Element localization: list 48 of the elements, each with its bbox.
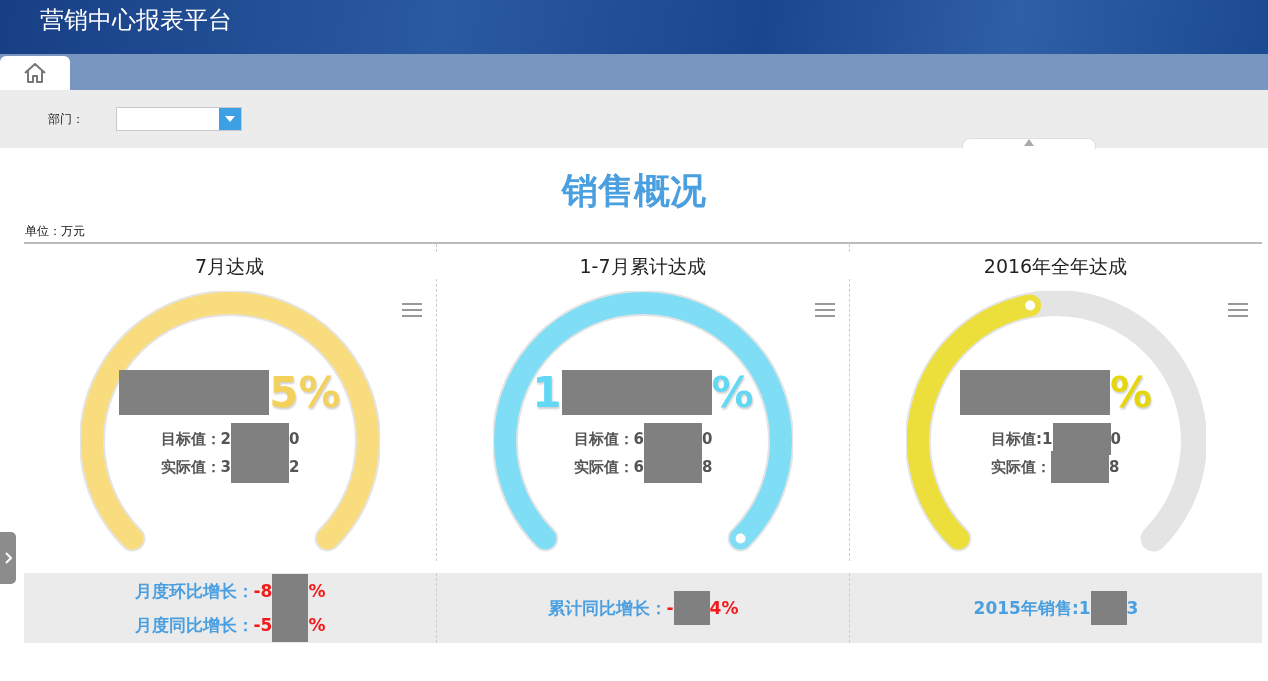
redaction-block [1051,451,1110,483]
app-title: 营销中心报表平台 [40,5,232,36]
percent-value: 5% [269,367,341,417]
redaction-block [673,591,710,625]
actual-value: 2 [289,458,300,476]
target-value: 0 [702,430,713,448]
home-icon [23,62,47,84]
target-value: 目标值：6 [573,429,644,449]
metric-value: -8 [253,581,273,601]
chevron-right-icon [4,552,12,564]
actual-value: 实际值： [991,457,1052,477]
percent-value: % [1109,367,1153,417]
target-value: 目标值：2 [160,429,231,449]
menu-icon[interactable] [1228,302,1248,318]
target-value: 0 [1110,430,1121,448]
unit-label: 单位：万元 [25,224,85,238]
metric-value: - [666,598,674,618]
department-dropdown[interactable] [116,107,242,131]
actual-value: 8 [1109,458,1120,476]
actual-value: 8 [702,458,713,476]
redaction-block [272,574,309,608]
metric-value: 4% [709,598,739,618]
home-tab[interactable] [0,56,70,90]
percent-value: % [711,367,754,417]
redaction-block [1090,591,1127,625]
collapse-handle[interactable] [962,138,1096,149]
metric-label: 累计同比增长： [547,596,667,620]
dropdown-caret-icon [225,116,235,122]
metric-value: 1 [1078,598,1091,618]
metric-value: % [308,615,326,635]
target-value: 目标值:1 [991,429,1053,449]
menu-icon[interactable] [815,302,835,318]
metric-label: 月度同比增长： [134,613,254,637]
metric-label: 月度环比增长： [134,579,254,603]
metric-value: % [308,581,326,601]
caret-up-icon [1024,139,1034,146]
redaction-block [272,608,309,642]
percent-value: 1 [532,367,562,417]
metric-label: 2015年销售: [973,596,1079,620]
metric-value: 3 [1126,598,1139,618]
menu-icon[interactable] [402,302,422,318]
target-value: 0 [289,430,300,448]
actual-value: 实际值：6 [573,457,644,477]
side-panel-handle[interactable] [0,532,16,584]
metric-value: -5 [253,615,273,635]
field-label: 部门： [48,110,85,128]
report-title: 销售概况 [560,169,707,213]
actual-value: 实际值：3 [160,457,231,477]
